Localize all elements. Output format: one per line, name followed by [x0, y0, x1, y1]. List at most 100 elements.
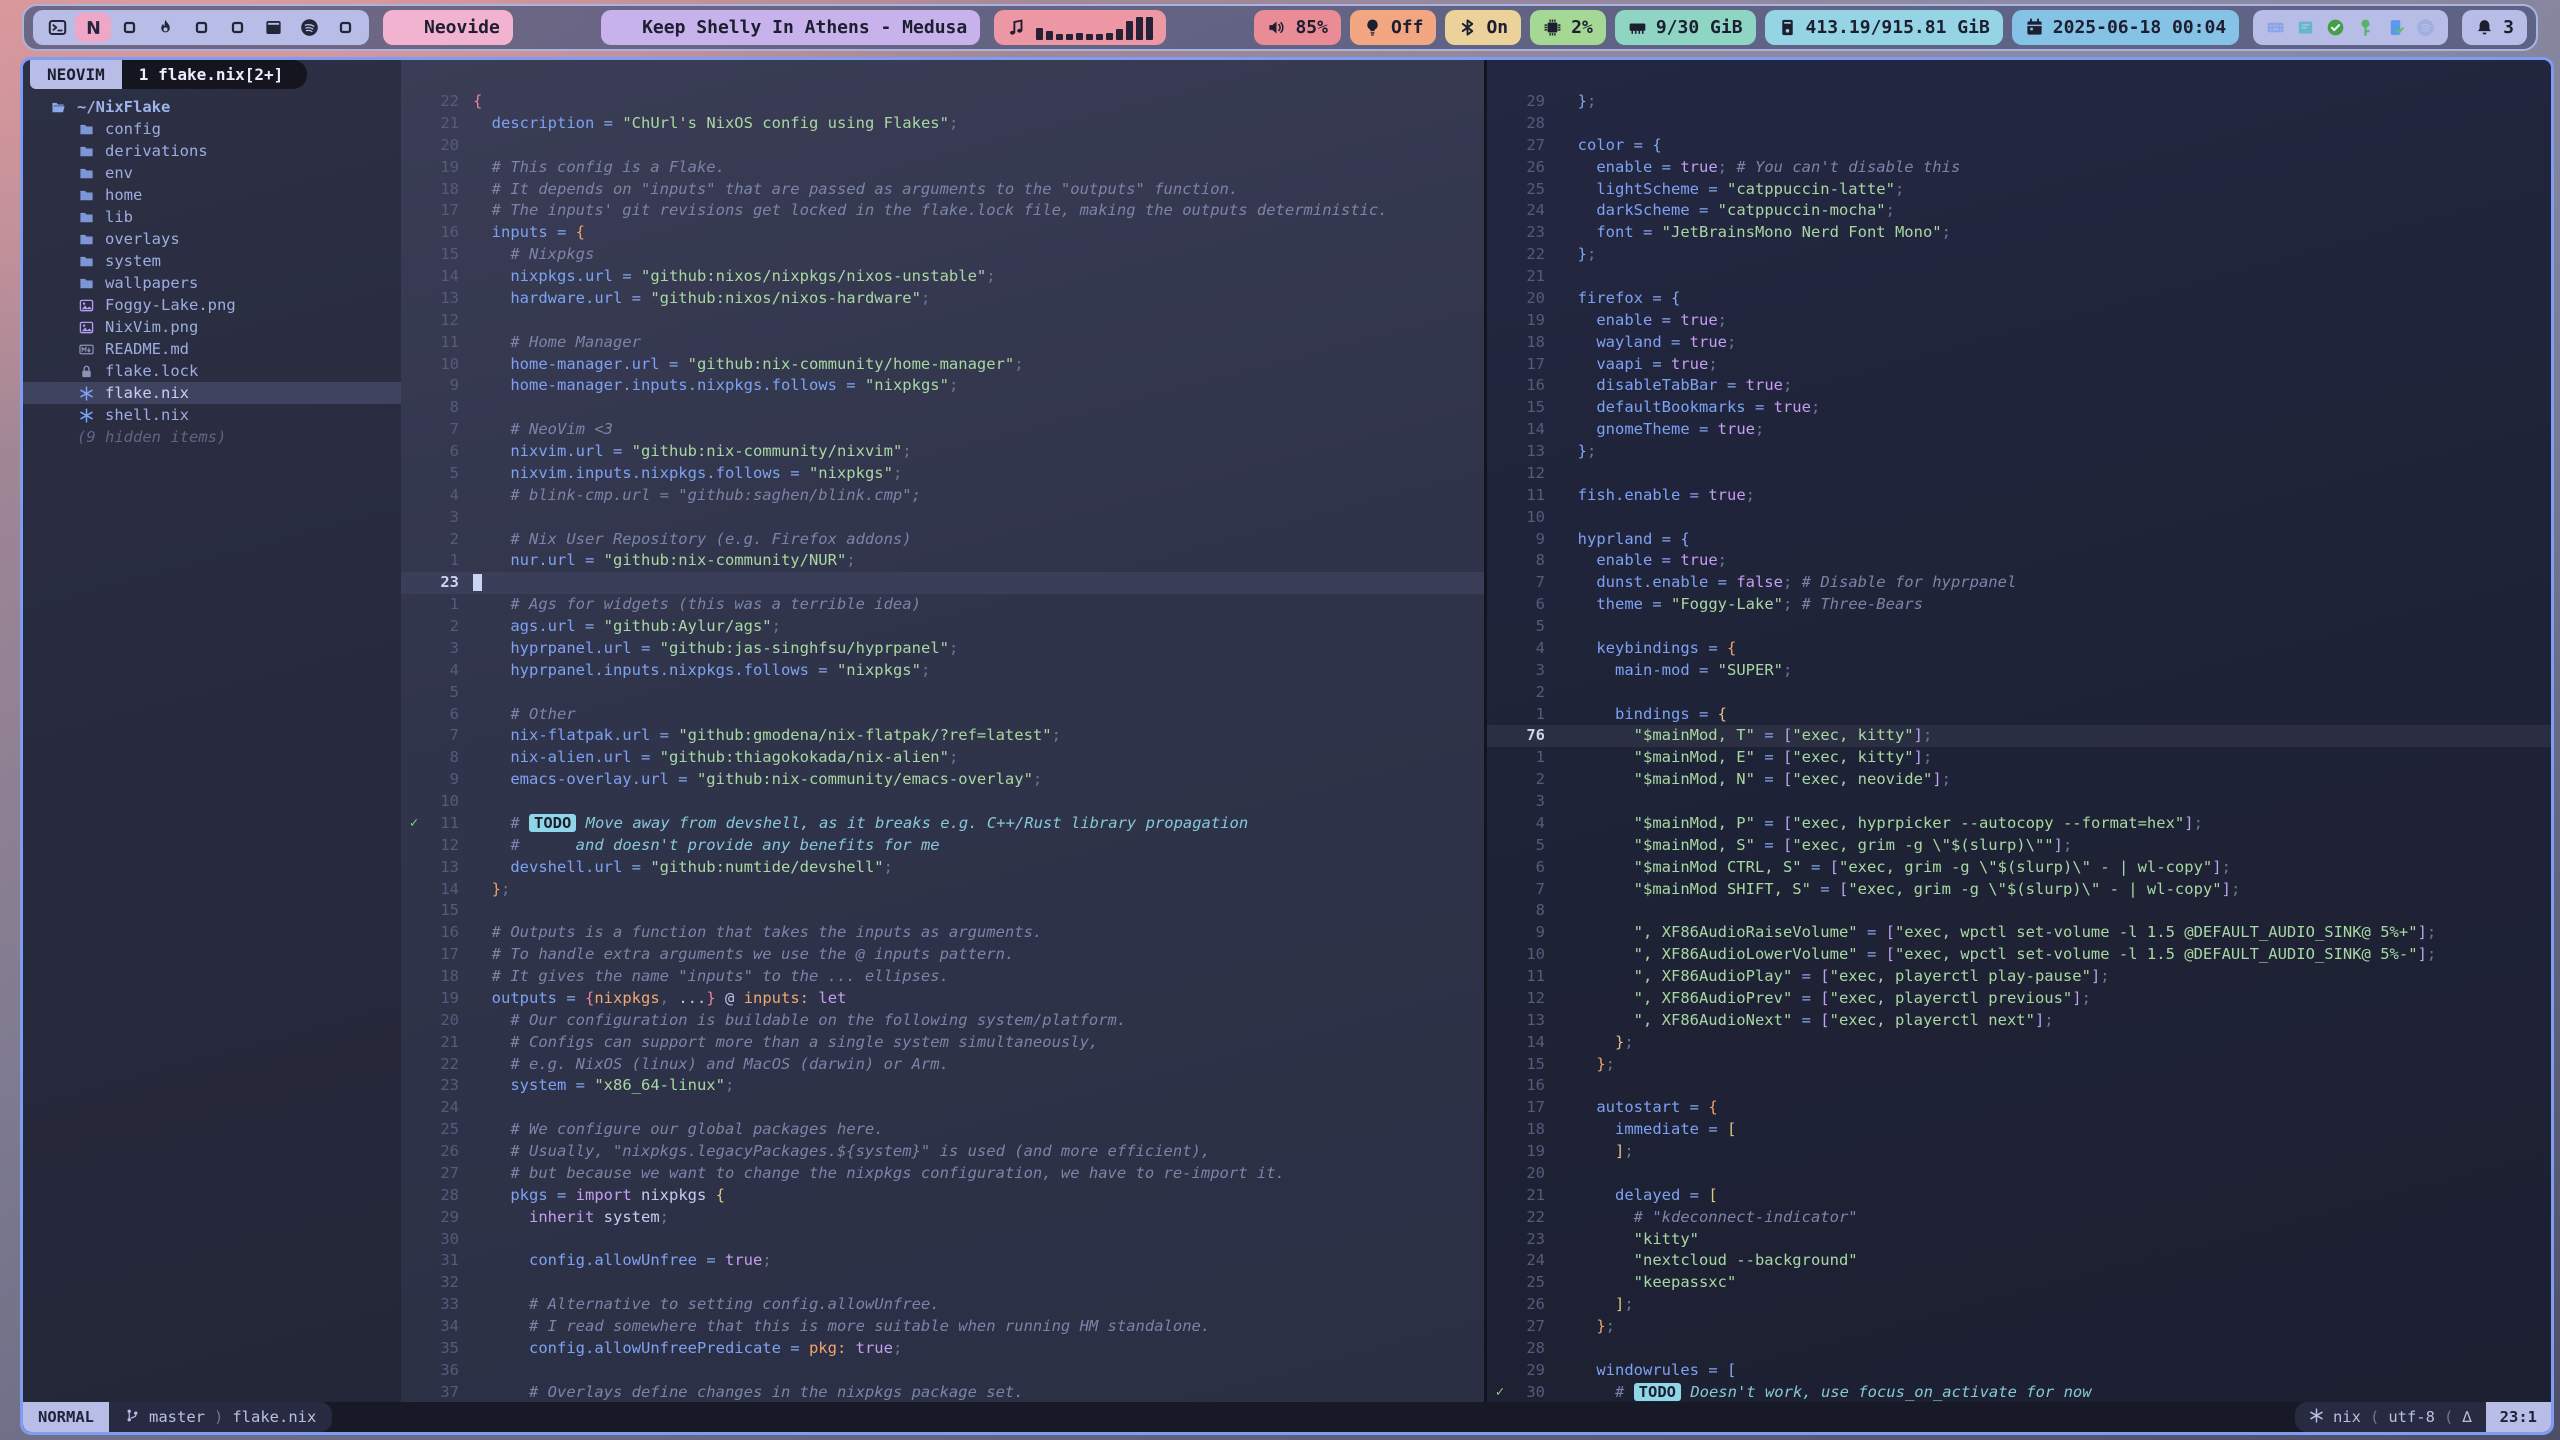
- code-line: 3 hyprpanel.url = "github:jas-singhfsu/h…: [401, 638, 1484, 660]
- tray-keyboard-icon[interactable]: [2266, 18, 2285, 37]
- module-cpu[interactable]: 2%: [1530, 10, 1606, 45]
- workspace-5[interactable]: [183, 13, 219, 42]
- visualizer-bar: [1046, 31, 1053, 40]
- module-idle-inhibitor[interactable]: Off: [1350, 10, 1437, 45]
- tray-spotify-icon[interactable]: [2416, 18, 2435, 37]
- code-line: 26 ];: [1487, 1294, 2551, 1316]
- workspace-7[interactable]: [255, 13, 291, 42]
- line-number: 28: [1513, 1338, 1559, 1360]
- workspace-3[interactable]: [111, 13, 147, 42]
- tree-item-label: home: [105, 186, 142, 204]
- code-text: # To handle extra arguments we use the @…: [473, 944, 1484, 966]
- workspace-2-active[interactable]: [75, 13, 111, 42]
- sign-column: [1487, 638, 1513, 660]
- code-text: [1559, 463, 2551, 485]
- line-number: 22: [427, 91, 473, 113]
- code-line: 6 "$mainMod CTRL, S" = ["exec, grim -g \…: [1487, 857, 2551, 879]
- sign-column: [1487, 288, 1513, 310]
- track-label: Keep Shelly In Athens - Medusa: [642, 17, 967, 38]
- code-line: 4 keybindings = {: [1487, 638, 2551, 660]
- tree-item-home[interactable]: home: [23, 184, 401, 206]
- workspace-9[interactable]: [327, 13, 363, 42]
- workspace-4[interactable]: [147, 13, 183, 42]
- tray-clipboard-icon[interactable]: [2296, 18, 2315, 37]
- tab-buffer[interactable]: 1 flake.nix[2+]: [122, 60, 308, 89]
- notifications-widget[interactable]: 3: [2462, 10, 2527, 45]
- sign-column: [1487, 747, 1513, 769]
- module-bluetooth[interactable]: On: [1445, 10, 1521, 45]
- tree-item-flake.lock[interactable]: flake.lock: [23, 360, 401, 382]
- nix-icon: [2309, 1408, 2324, 1427]
- tab-neovim[interactable]: NEOVIM: [30, 60, 122, 89]
- code-line: 5 "$mainMod, S" = ["exec, grim -g \"$(sl…: [1487, 835, 2551, 857]
- code-line: 11 # Home Manager: [401, 332, 1484, 354]
- module-disk[interactable]: 413.19/915.81 GiB: [1765, 10, 2003, 45]
- line-number: 15: [1513, 1054, 1559, 1076]
- system-tray[interactable]: [2253, 10, 2448, 45]
- line-number: 22: [1513, 1207, 1559, 1229]
- tree-item-label: shell.nix: [105, 406, 189, 424]
- sign-column: [401, 704, 427, 726]
- code-line: 1 nur.url = "github:nix-community/NUR";: [401, 550, 1484, 572]
- code-text: home-manager.inputs.nixpkgs.follows = "n…: [473, 375, 1484, 397]
- tree-item-shell.nix[interactable]: shell.nix: [23, 404, 401, 426]
- code-line: 28: [1487, 113, 2551, 135]
- line-number: 5: [1513, 616, 1559, 638]
- code-line: 8 enable = true;: [1487, 550, 2551, 572]
- window-icon: [264, 18, 283, 37]
- image-icon: [77, 318, 96, 337]
- tree-root[interactable]: ~/NixFlake: [23, 96, 401, 118]
- tree-item-system[interactable]: system: [23, 250, 401, 272]
- code-line: 22 };: [1487, 244, 2551, 266]
- tray-key-icon[interactable]: [2356, 18, 2375, 37]
- module-volume[interactable]: 85%: [1254, 10, 1341, 45]
- code-line: 14 nixpkgs.url = "github:nixos/nixpkgs/n…: [401, 266, 1484, 288]
- ram-icon: [1628, 18, 1647, 37]
- neovide-window: NEOVIM 1 flake.nix[2+] ~/NixFlakeconfigd…: [20, 57, 2554, 1435]
- tree-item-label: wallpapers: [105, 274, 198, 292]
- sign-column: [401, 572, 427, 594]
- code-line: 12 ", XF86AudioPrev" = ["exec, playerctl…: [1487, 988, 2551, 1010]
- tree-item-overlays[interactable]: overlays: [23, 228, 401, 250]
- tree-item-config[interactable]: config: [23, 118, 401, 140]
- tree-item-Foggy-Lake.png[interactable]: Foggy-Lake.png: [23, 294, 401, 316]
- code-line: 16: [1487, 1075, 2551, 1097]
- line-number: 13: [1513, 1010, 1559, 1032]
- code-text: disableTabBar = true;: [1559, 375, 2551, 397]
- workspace-8[interactable]: [291, 13, 327, 42]
- line-number: 12: [1513, 463, 1559, 485]
- tree-item-derivations[interactable]: derivations: [23, 140, 401, 162]
- tray-check-circle-icon[interactable]: [2326, 18, 2345, 37]
- media-player-widget[interactable]: Keep Shelly In Athens - Medusa: [601, 10, 980, 45]
- tree-item-flake.nix[interactable]: flake.nix: [23, 382, 401, 404]
- sign-column: [1487, 572, 1513, 594]
- sign-column: [401, 1075, 427, 1097]
- line-number: 3: [427, 638, 473, 660]
- line-number: 25: [427, 1119, 473, 1141]
- tree-item-wallpapers[interactable]: wallpapers: [23, 272, 401, 294]
- line-number: 35: [427, 1338, 473, 1360]
- line-number: 2: [427, 616, 473, 638]
- workspace-1[interactable]: [39, 13, 75, 42]
- code-text: nixpkgs.url = "github:nixos/nixpkgs/nixo…: [473, 266, 1484, 288]
- line-number: 6: [1513, 594, 1559, 616]
- module-memory[interactable]: 9/30 GiB: [1615, 10, 1756, 45]
- tray-phone-check-icon[interactable]: [2386, 18, 2405, 37]
- line-number: 14: [427, 879, 473, 901]
- tree-item-lib[interactable]: lib: [23, 206, 401, 228]
- editor-pane-left[interactable]: 22{21 description = "ChUrl's NixOS confi…: [401, 60, 1484, 1402]
- tree-item-env[interactable]: env: [23, 162, 401, 184]
- code-text: [473, 1229, 1484, 1251]
- line-number: 8: [1513, 900, 1559, 922]
- code-text: emacs-overlay.url = "github:nix-communit…: [473, 769, 1484, 791]
- module-clock[interactable]: 2025-06-18 00:04: [2012, 10, 2239, 45]
- line-number: 22: [427, 1054, 473, 1076]
- sign-column: [401, 135, 427, 157]
- tree-item-README.md[interactable]: README.md: [23, 338, 401, 360]
- line-number: 17: [427, 200, 473, 222]
- code-text: };: [1559, 1316, 2551, 1338]
- tree-item-NixVim.png[interactable]: NixVim.png: [23, 316, 401, 338]
- editor-pane-right[interactable]: 29 };2827 color = {26 enable = true; # Y…: [1487, 60, 2551, 1402]
- line-number: 20: [1513, 288, 1559, 310]
- workspace-6[interactable]: [219, 13, 255, 42]
